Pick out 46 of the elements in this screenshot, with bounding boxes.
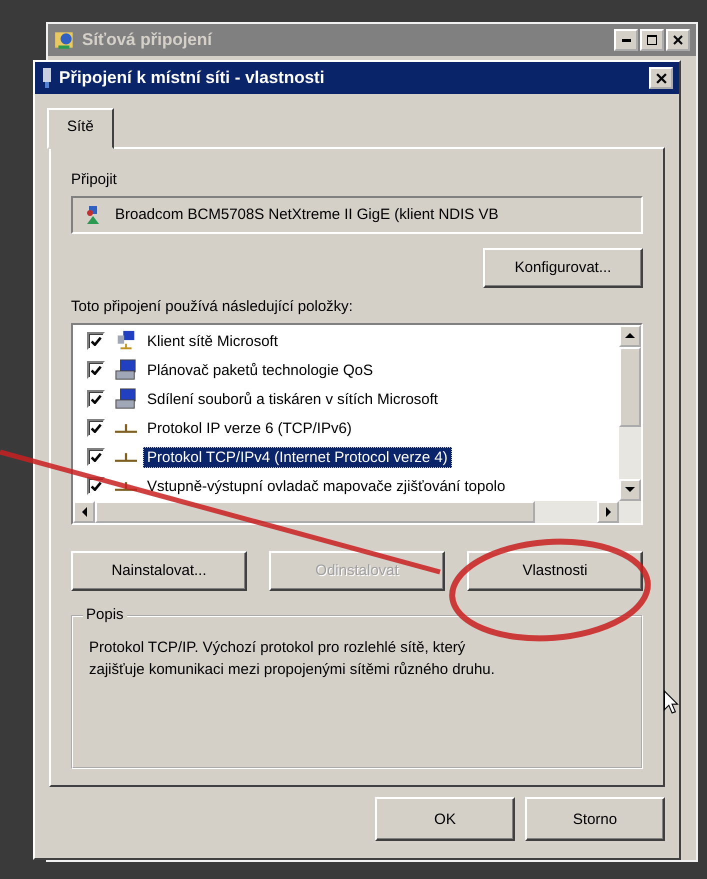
- minimize-icon: [622, 38, 630, 42]
- items-label: Toto připojení používá následující položky:: [71, 298, 354, 315]
- configure-button[interactable]: Konfigurovat...: [483, 248, 643, 288]
- window-title: Síťová připojení: [82, 30, 214, 50]
- adapter-name: Broadcom BCM5708S NetXtreme II GigE (klient NDIS VB: [115, 206, 498, 224]
- list-item[interactable]: Klient sítě Microsoft: [143, 330, 282, 352]
- network-card-icon: [41, 66, 53, 90]
- network-adapter-icon: [85, 204, 101, 226]
- maximize-button[interactable]: [640, 29, 664, 51]
- dialog-button[interactable]: Storno: [525, 797, 665, 841]
- dialog-button[interactable]: OK: [375, 797, 515, 841]
- down-arrow-icon: [625, 487, 635, 492]
- close-button[interactable]: [666, 29, 690, 51]
- group-title: Popis: [83, 606, 127, 623]
- list-item[interactable]: Sdílení souborů a tiskáren v sítích Microsoft: [143, 388, 442, 410]
- close-button[interactable]: [649, 67, 673, 89]
- close-icon: [656, 72, 666, 84]
- protocol-icon: [115, 452, 137, 462]
- checkmark-icon: [90, 482, 102, 491]
- tab[interactable]: Sítě: [47, 108, 114, 149]
- computer-icon: [115, 388, 137, 410]
- maximize-icon: [647, 35, 657, 45]
- action-button[interactable]: Nainstalovat...: [71, 550, 247, 591]
- horizontal-scrollbar[interactable]: [73, 500, 641, 523]
- computer-icon: [115, 359, 137, 382]
- checkmark-icon: [90, 366, 102, 375]
- list-item[interactable]: Protokol TCP/IPv4 (Internet Protocol verze 4): [143, 446, 452, 468]
- list-item[interactable]: Plánovač paketů technologie QoS: [143, 360, 377, 381]
- action-button[interactable]: Vlastnosti: [467, 550, 643, 591]
- checkmark-icon: [90, 336, 102, 346]
- connect-label: Připojit: [71, 171, 118, 188]
- up-arrow-icon: [625, 333, 635, 338]
- vertical-scrollbar[interactable]: [619, 324, 641, 501]
- list-item[interactable]: Protokol IP verze 6 (TCP/IPv6): [143, 418, 356, 439]
- list-item[interactable]: Vstupně-výstupní ovladač mapovače zjišťování topolo: [143, 476, 510, 497]
- close-icon: [673, 35, 683, 45]
- minimize-button[interactable]: [614, 29, 638, 51]
- right-arrow-icon: [606, 506, 610, 517]
- client-icon: [115, 330, 137, 352]
- description-text: Protokol TCP/IP. Výchozí protokol pro rozlehlé sítě, který zajišťuje komunikaci mezi propojenými sítěmi různého druhu.: [89, 638, 496, 680]
- protocol-icon: [115, 424, 137, 433]
- checkmark-icon: [90, 424, 102, 433]
- left-arrow-icon: [82, 506, 86, 517]
- dialog-title: Připojení k místní síti - vlastnosti: [59, 68, 326, 88]
- checkmark-icon: [90, 394, 102, 404]
- checkmark-icon: [90, 452, 102, 462]
